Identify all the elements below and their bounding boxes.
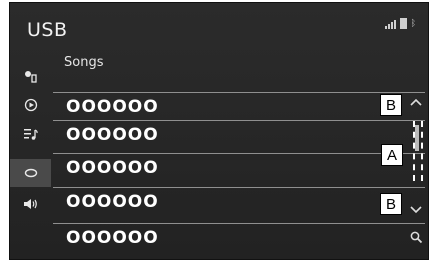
list-item[interactable]: OOOOOO [53, 92, 425, 119]
song-title: OOOOOO [66, 228, 159, 248]
browse-icon[interactable] [10, 159, 51, 187]
song-title: OOOOOO [66, 158, 159, 178]
sidebar [10, 58, 51, 258]
play-icon[interactable] [10, 91, 51, 119]
song-title: OOOOOO [66, 192, 159, 212]
scroll-thumb[interactable] [415, 125, 419, 151]
list-item[interactable]: OOOOOO [53, 223, 425, 250]
signal-icon [384, 20, 396, 29]
callout-b-bottom: B [380, 193, 402, 215]
playlist-icon[interactable] [10, 120, 51, 148]
song-title: OOOOOO [66, 97, 159, 117]
battery-icon [399, 18, 407, 29]
search-icon[interactable] [410, 229, 423, 248]
list-item[interactable]: OOOOOO [53, 187, 425, 214]
list-item[interactable]: OOOOOO [53, 120, 425, 147]
callout-a: A [381, 144, 403, 166]
chevron-down-icon[interactable] [409, 203, 423, 217]
list-header: Songs [64, 55, 104, 70]
list-item[interactable]: OOOOOO [53, 153, 425, 180]
bluetooth-icon: ᛒ [410, 19, 416, 29]
callout-b-top: B [380, 94, 402, 116]
chevron-up-icon[interactable] [409, 95, 423, 109]
head-unit-screen: USB ᛒ Songs OOOOOO OOOOOO OOOOOO OOOOOO … [9, 2, 429, 260]
status-area: ᛒ [384, 18, 416, 29]
source-settings-icon[interactable] [10, 62, 51, 90]
song-title: OOOOOO [66, 125, 159, 145]
screen-title: USB [27, 19, 68, 41]
volume-icon[interactable] [10, 190, 51, 218]
